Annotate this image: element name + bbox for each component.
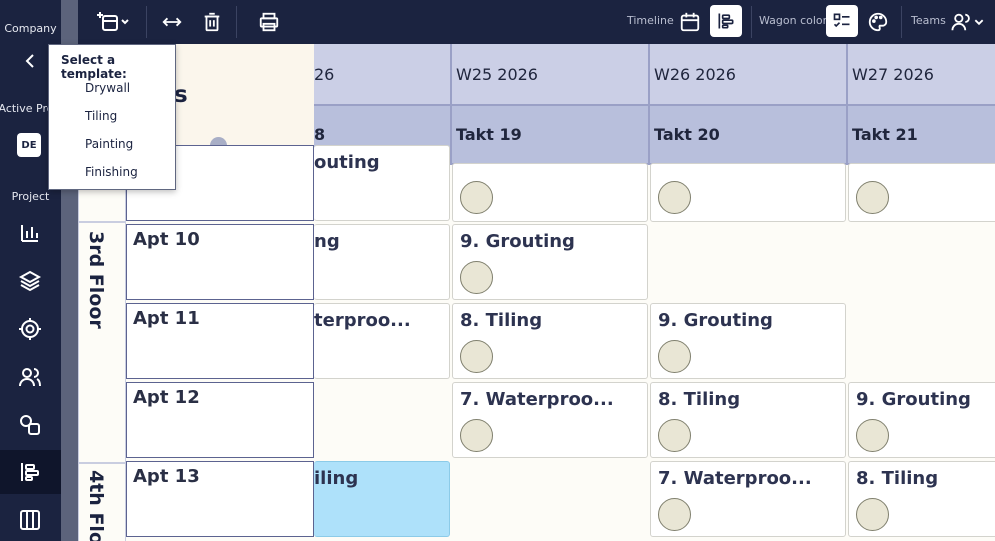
progress-circle[interactable] bbox=[856, 181, 889, 214]
task-card[interactable]: 8. Tiling bbox=[452, 303, 648, 379]
template-option-drywall[interactable]: Drywall bbox=[85, 81, 130, 95]
toolbar: Timeline Wagon color Teams bbox=[78, 0, 995, 44]
project-label: Project bbox=[11, 190, 50, 203]
shapes-icon[interactable] bbox=[16, 411, 44, 439]
users-icon[interactable] bbox=[16, 363, 44, 391]
task-label: outing bbox=[314, 152, 380, 173]
task-card[interactable]: 9. Grouting bbox=[848, 382, 995, 458]
toolbar-separator bbox=[146, 6, 147, 38]
progress-circle[interactable] bbox=[658, 419, 691, 452]
template-dropdown: Select a template: Drywall Tiling Painti… bbox=[48, 44, 176, 190]
task-card[interactable]: outing bbox=[314, 145, 450, 221]
week-header-w25: W25 2026 bbox=[450, 44, 648, 104]
template-dropdown-title: Select a template: bbox=[61, 53, 127, 81]
company-label: Company bbox=[4, 22, 57, 35]
week-header-w27: W27 2026 bbox=[846, 44, 995, 104]
task-card[interactable] bbox=[848, 163, 995, 222]
layers-icon[interactable] bbox=[16, 267, 44, 295]
template-option-finishing[interactable]: Finishing bbox=[85, 165, 138, 179]
task-label: 9. Grouting bbox=[460, 231, 575, 252]
progress-circle[interactable] bbox=[658, 340, 691, 373]
task-label: ng bbox=[314, 231, 340, 252]
task-card-selected[interactable]: iling bbox=[314, 461, 450, 537]
task-label: 7. Waterproo... bbox=[658, 468, 812, 489]
palette-icon[interactable] bbox=[867, 8, 889, 36]
trash-icon[interactable] bbox=[201, 8, 223, 36]
expand-horizontal-icon[interactable] bbox=[161, 8, 183, 36]
toolbar-separator bbox=[901, 6, 902, 38]
settings-gear-icon[interactable] bbox=[16, 315, 44, 343]
wagon-color-label: Wagon color bbox=[759, 14, 828, 27]
progress-circle[interactable] bbox=[460, 181, 493, 214]
progress-circle[interactable] bbox=[460, 419, 493, 452]
floor-cell-3rd: 3rd Floor bbox=[78, 222, 126, 463]
teams-label: Teams bbox=[911, 14, 946, 27]
bar-chart-icon[interactable] bbox=[16, 219, 44, 247]
task-card[interactable] bbox=[452, 163, 648, 222]
progress-circle[interactable] bbox=[658, 498, 691, 531]
wagon-color-checklist-toggle[interactable] bbox=[826, 5, 858, 37]
columns-icon[interactable] bbox=[16, 506, 44, 534]
week-header-w26: W26 2026 bbox=[648, 44, 846, 104]
progress-circle[interactable] bbox=[856, 419, 889, 452]
floor-cell-4th: 4th Floo bbox=[78, 463, 126, 541]
task-label: terproo... bbox=[314, 310, 411, 331]
task-card[interactable]: 8. Tiling bbox=[650, 382, 846, 458]
toolbar-separator bbox=[751, 6, 752, 38]
project-avatar[interactable]: DE bbox=[17, 133, 41, 157]
timeline-view-toggle[interactable] bbox=[710, 5, 742, 37]
task-card[interactable]: 9. Grouting bbox=[650, 303, 846, 379]
chevron-left-icon[interactable] bbox=[16, 47, 44, 75]
takt-header-19: Takt 19 bbox=[450, 106, 648, 163]
apt-cell-11[interactable]: Apt 11 bbox=[126, 303, 314, 379]
grid-title-partial: s bbox=[174, 82, 188, 108]
calendar-icon[interactable] bbox=[679, 8, 701, 36]
progress-circle[interactable] bbox=[856, 498, 889, 531]
takt-header-20: Takt 20 bbox=[648, 106, 846, 163]
apt-label: Apt 11 bbox=[133, 308, 200, 329]
timeline-label: Timeline bbox=[627, 14, 674, 27]
task-card[interactable]: 7. Waterproo... bbox=[452, 382, 648, 458]
apt-label: Apt 13 bbox=[133, 466, 200, 487]
apt-label: Apt 10 bbox=[133, 229, 200, 250]
apt-cell-13[interactable]: Apt 13 bbox=[126, 461, 314, 537]
template-option-painting[interactable]: Painting bbox=[85, 137, 133, 151]
floor-label-4th: 4th Floo bbox=[85, 470, 107, 541]
progress-circle[interactable] bbox=[460, 261, 493, 294]
task-label: 8. Tiling bbox=[856, 468, 939, 489]
teams-dropdown-button[interactable] bbox=[950, 8, 986, 36]
apt-cell-12[interactable]: Apt 12 bbox=[126, 382, 314, 458]
task-card[interactable] bbox=[650, 163, 846, 222]
timeline-icon[interactable] bbox=[16, 458, 44, 486]
template-option-tiling[interactable]: Tiling bbox=[85, 109, 117, 123]
toolbar-separator bbox=[236, 6, 237, 38]
week-header-partial: 26 bbox=[314, 64, 335, 84]
add-template-button[interactable] bbox=[90, 8, 134, 36]
progress-circle[interactable] bbox=[460, 340, 493, 373]
apt-cell-10[interactable]: Apt 10 bbox=[126, 224, 314, 300]
week-header-row: 26 W25 2026 W26 2026 W27 2026 bbox=[314, 44, 995, 106]
task-label: 8. Tiling bbox=[658, 389, 741, 410]
print-icon[interactable] bbox=[258, 8, 280, 36]
apt-label: Apt 12 bbox=[133, 387, 200, 408]
task-label: 7. Waterproo... bbox=[460, 389, 614, 410]
takt-grid: 26 W25 2026 W26 2026 W27 2026 8 Takt 19 … bbox=[78, 44, 995, 541]
takt-header-21: Takt 21 bbox=[846, 106, 995, 163]
progress-circle[interactable] bbox=[658, 181, 691, 214]
task-card[interactable]: 7. Waterproo... bbox=[650, 461, 846, 537]
task-card[interactable]: 8. Tiling bbox=[848, 461, 995, 537]
floor-label-3rd: 3rd Floor bbox=[85, 231, 107, 329]
task-label: 9. Grouting bbox=[658, 310, 773, 331]
task-card[interactable]: ng bbox=[314, 224, 450, 300]
task-card[interactable]: terproo... bbox=[314, 303, 450, 379]
task-card[interactable]: 9. Grouting bbox=[452, 224, 648, 300]
task-label: 8. Tiling bbox=[460, 310, 543, 331]
task-label: iling bbox=[314, 468, 359, 489]
task-label: 9. Grouting bbox=[856, 389, 971, 410]
